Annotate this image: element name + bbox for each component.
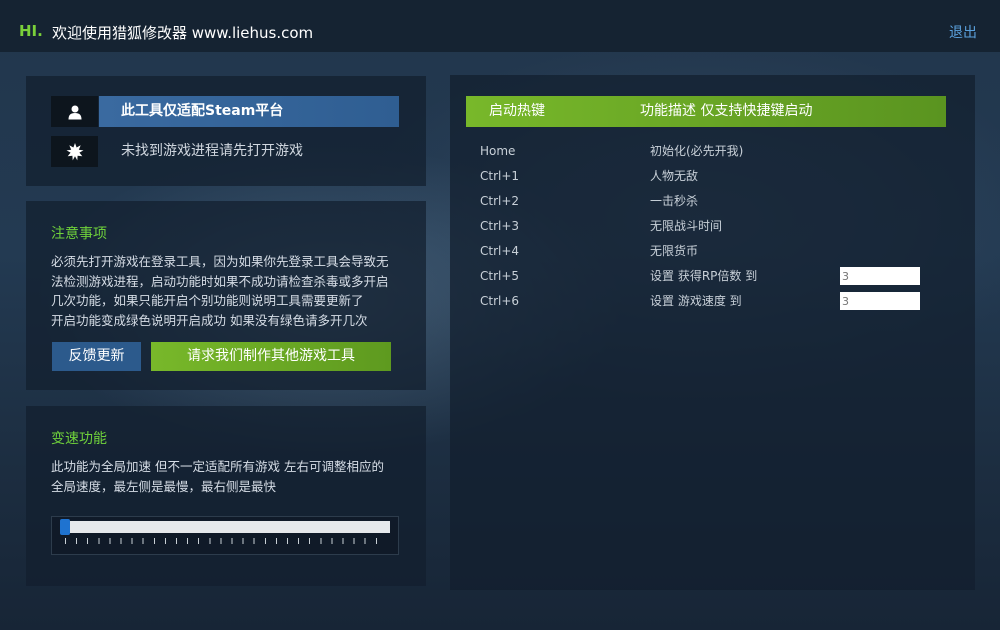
hotkey-key: Ctrl+5: [480, 269, 520, 283]
hotkey-desc: 一击秒杀: [650, 194, 699, 208]
slider-track[interactable]: [62, 521, 390, 533]
speed-heading: 变速功能: [51, 431, 107, 447]
hotkey-key: Ctrl+3: [480, 219, 520, 233]
notice-line: 法检测游戏进程，启动功能时如果不成功请检查杀毒或多开启: [51, 273, 389, 289]
speed-line: 全局速度，最左侧是最慢，最右侧是最快: [51, 478, 277, 494]
hotkey-row: Ctrl+5 设置 获得RP倍数 到: [480, 266, 920, 286]
title-bar: HI. 欢迎使用猎狐修改器 www.liehus.com 退出: [0, 0, 1000, 52]
notice-text: 必须先打开游戏在登录工具，因为如果你先登录工具会导致无 法检测游戏进程，启动功能…: [51, 252, 411, 330]
slider-thumb[interactable]: [60, 519, 70, 535]
notice-line: 开启功能变成绿色说明开启成功 如果没有绿色请多开几次: [51, 312, 368, 328]
hotkey-row: Ctrl+2 一击秒杀: [480, 191, 920, 211]
game-speed-input[interactable]: [840, 292, 920, 310]
rp-multiplier-input[interactable]: [840, 267, 920, 285]
status-row: 未找到游戏进程请先打开游戏: [51, 136, 411, 167]
hotkey-row: Ctrl+1 人物无敌: [480, 166, 920, 186]
feedback-button[interactable]: 反馈更新: [52, 342, 141, 371]
request-tool-button[interactable]: 请求我们制作其他游戏工具: [151, 342, 391, 371]
speed-text: 此功能为全局加速 但不一定适配所有游戏 左右可调整相应的 全局速度，最左侧是最慢…: [51, 457, 411, 496]
hotkey-key: Home: [480, 144, 516, 158]
hotkey-desc: 设置 获得RP倍数 到: [650, 269, 758, 283]
window-title: 欢迎使用猎狐修改器 www.liehus.com: [52, 24, 314, 42]
header-hotkey: 启动热键: [489, 103, 545, 119]
hotkeys-panel: 启动热键 功能描述 仅支持快捷键启动 Home 初始化(必先开我) Ctrl+1…: [450, 75, 975, 590]
hotkey-row: Ctrl+4 无限货币: [480, 241, 920, 261]
notice-line: 几次功能，如果只能开启个别功能则说明工具需要更新了: [51, 293, 364, 308]
notice-line: 必须先打开游戏在登录工具，因为如果你先登录工具会导致无: [51, 254, 389, 269]
hotkey-desc: 初始化(必先开我): [650, 144, 744, 158]
slider-ticks: [65, 538, 387, 544]
hotkey-key: Ctrl+4: [480, 244, 520, 258]
hotkey-row: Ctrl+3 无限战斗时间: [480, 216, 920, 236]
speed-slider[interactable]: [51, 516, 399, 555]
hotkey-row: Ctrl+6 设置 游戏速度 到: [480, 291, 920, 311]
speed-line: 此功能为全局加速 但不一定适配所有游戏 左右可调整相应的: [51, 459, 384, 474]
hi-logo: HI.: [19, 22, 43, 40]
hotkey-key: Ctrl+6: [480, 294, 520, 308]
notice-panel: 注意事项 必须先打开游戏在登录工具，因为如果你先登录工具会导致无 法检测游戏进程…: [26, 201, 426, 390]
hotkey-desc: 人物无敌: [650, 169, 699, 183]
exit-button[interactable]: 退出: [949, 22, 977, 42]
steam-platform-label: 此工具仅适配Steam平台: [99, 96, 399, 127]
info-panel: 此工具仅适配Steam平台 未找到游戏进程请先打开游戏: [26, 76, 426, 186]
hotkeys-header: 启动热键 功能描述 仅支持快捷键启动: [466, 96, 946, 127]
hotkey-key: Ctrl+1: [480, 169, 520, 183]
speed-panel: 变速功能 此功能为全局加速 但不一定适配所有游戏 左右可调整相应的 全局速度，最…: [26, 406, 426, 586]
header-description: 功能描述 仅支持快捷键启动: [640, 103, 813, 119]
gear-icon: [51, 136, 98, 167]
notice-heading: 注意事项: [51, 226, 107, 242]
hotkey-desc: 设置 游戏速度 到: [650, 294, 742, 308]
user-icon: [51, 96, 98, 127]
hotkey-row: Home 初始化(必先开我): [480, 141, 920, 161]
hotkey-key: Ctrl+2: [480, 194, 520, 208]
hotkey-desc: 无限战斗时间: [650, 219, 723, 233]
game-status-text: 未找到游戏进程请先打开游戏: [121, 143, 303, 159]
hotkey-desc: 无限货币: [650, 244, 699, 258]
